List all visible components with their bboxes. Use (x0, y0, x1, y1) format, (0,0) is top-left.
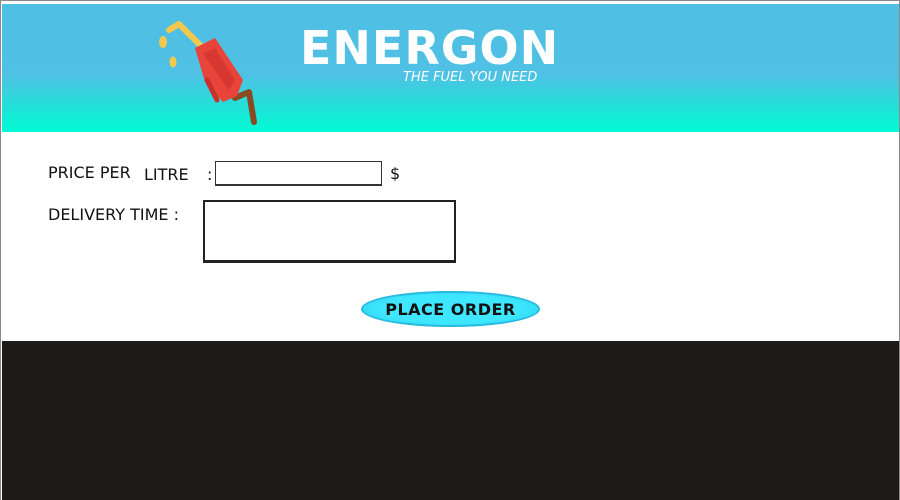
header-banner: ENERGON THE FUEL YOU NEED (2, 4, 899, 132)
price-colon: : (207, 165, 213, 184)
brand-title: ENERGON (300, 21, 560, 75)
place-order-button[interactable]: PLACE ORDER (361, 291, 540, 327)
price-per-label: PRICE PER (48, 163, 131, 182)
order-form: PRICE PER LITRE : $ DELIVERY TIME : PLAC… (2, 132, 899, 341)
delivery-time-input[interactable] (203, 200, 456, 263)
page-frame: ENERGON THE FUEL YOU NEED PRICE PER LITR… (0, 0, 900, 500)
price-per-litre-input[interactable] (215, 161, 382, 186)
brand-tagline: THE FUEL YOU NEED (403, 70, 538, 85)
fuel-pump-nozzle-icon (159, 21, 257, 125)
delivery-time-label: DELIVERY TIME : (48, 205, 179, 224)
price-unit-label: LITRE (144, 165, 189, 184)
footer-band (2, 341, 899, 500)
currency-label: $ (390, 164, 401, 183)
